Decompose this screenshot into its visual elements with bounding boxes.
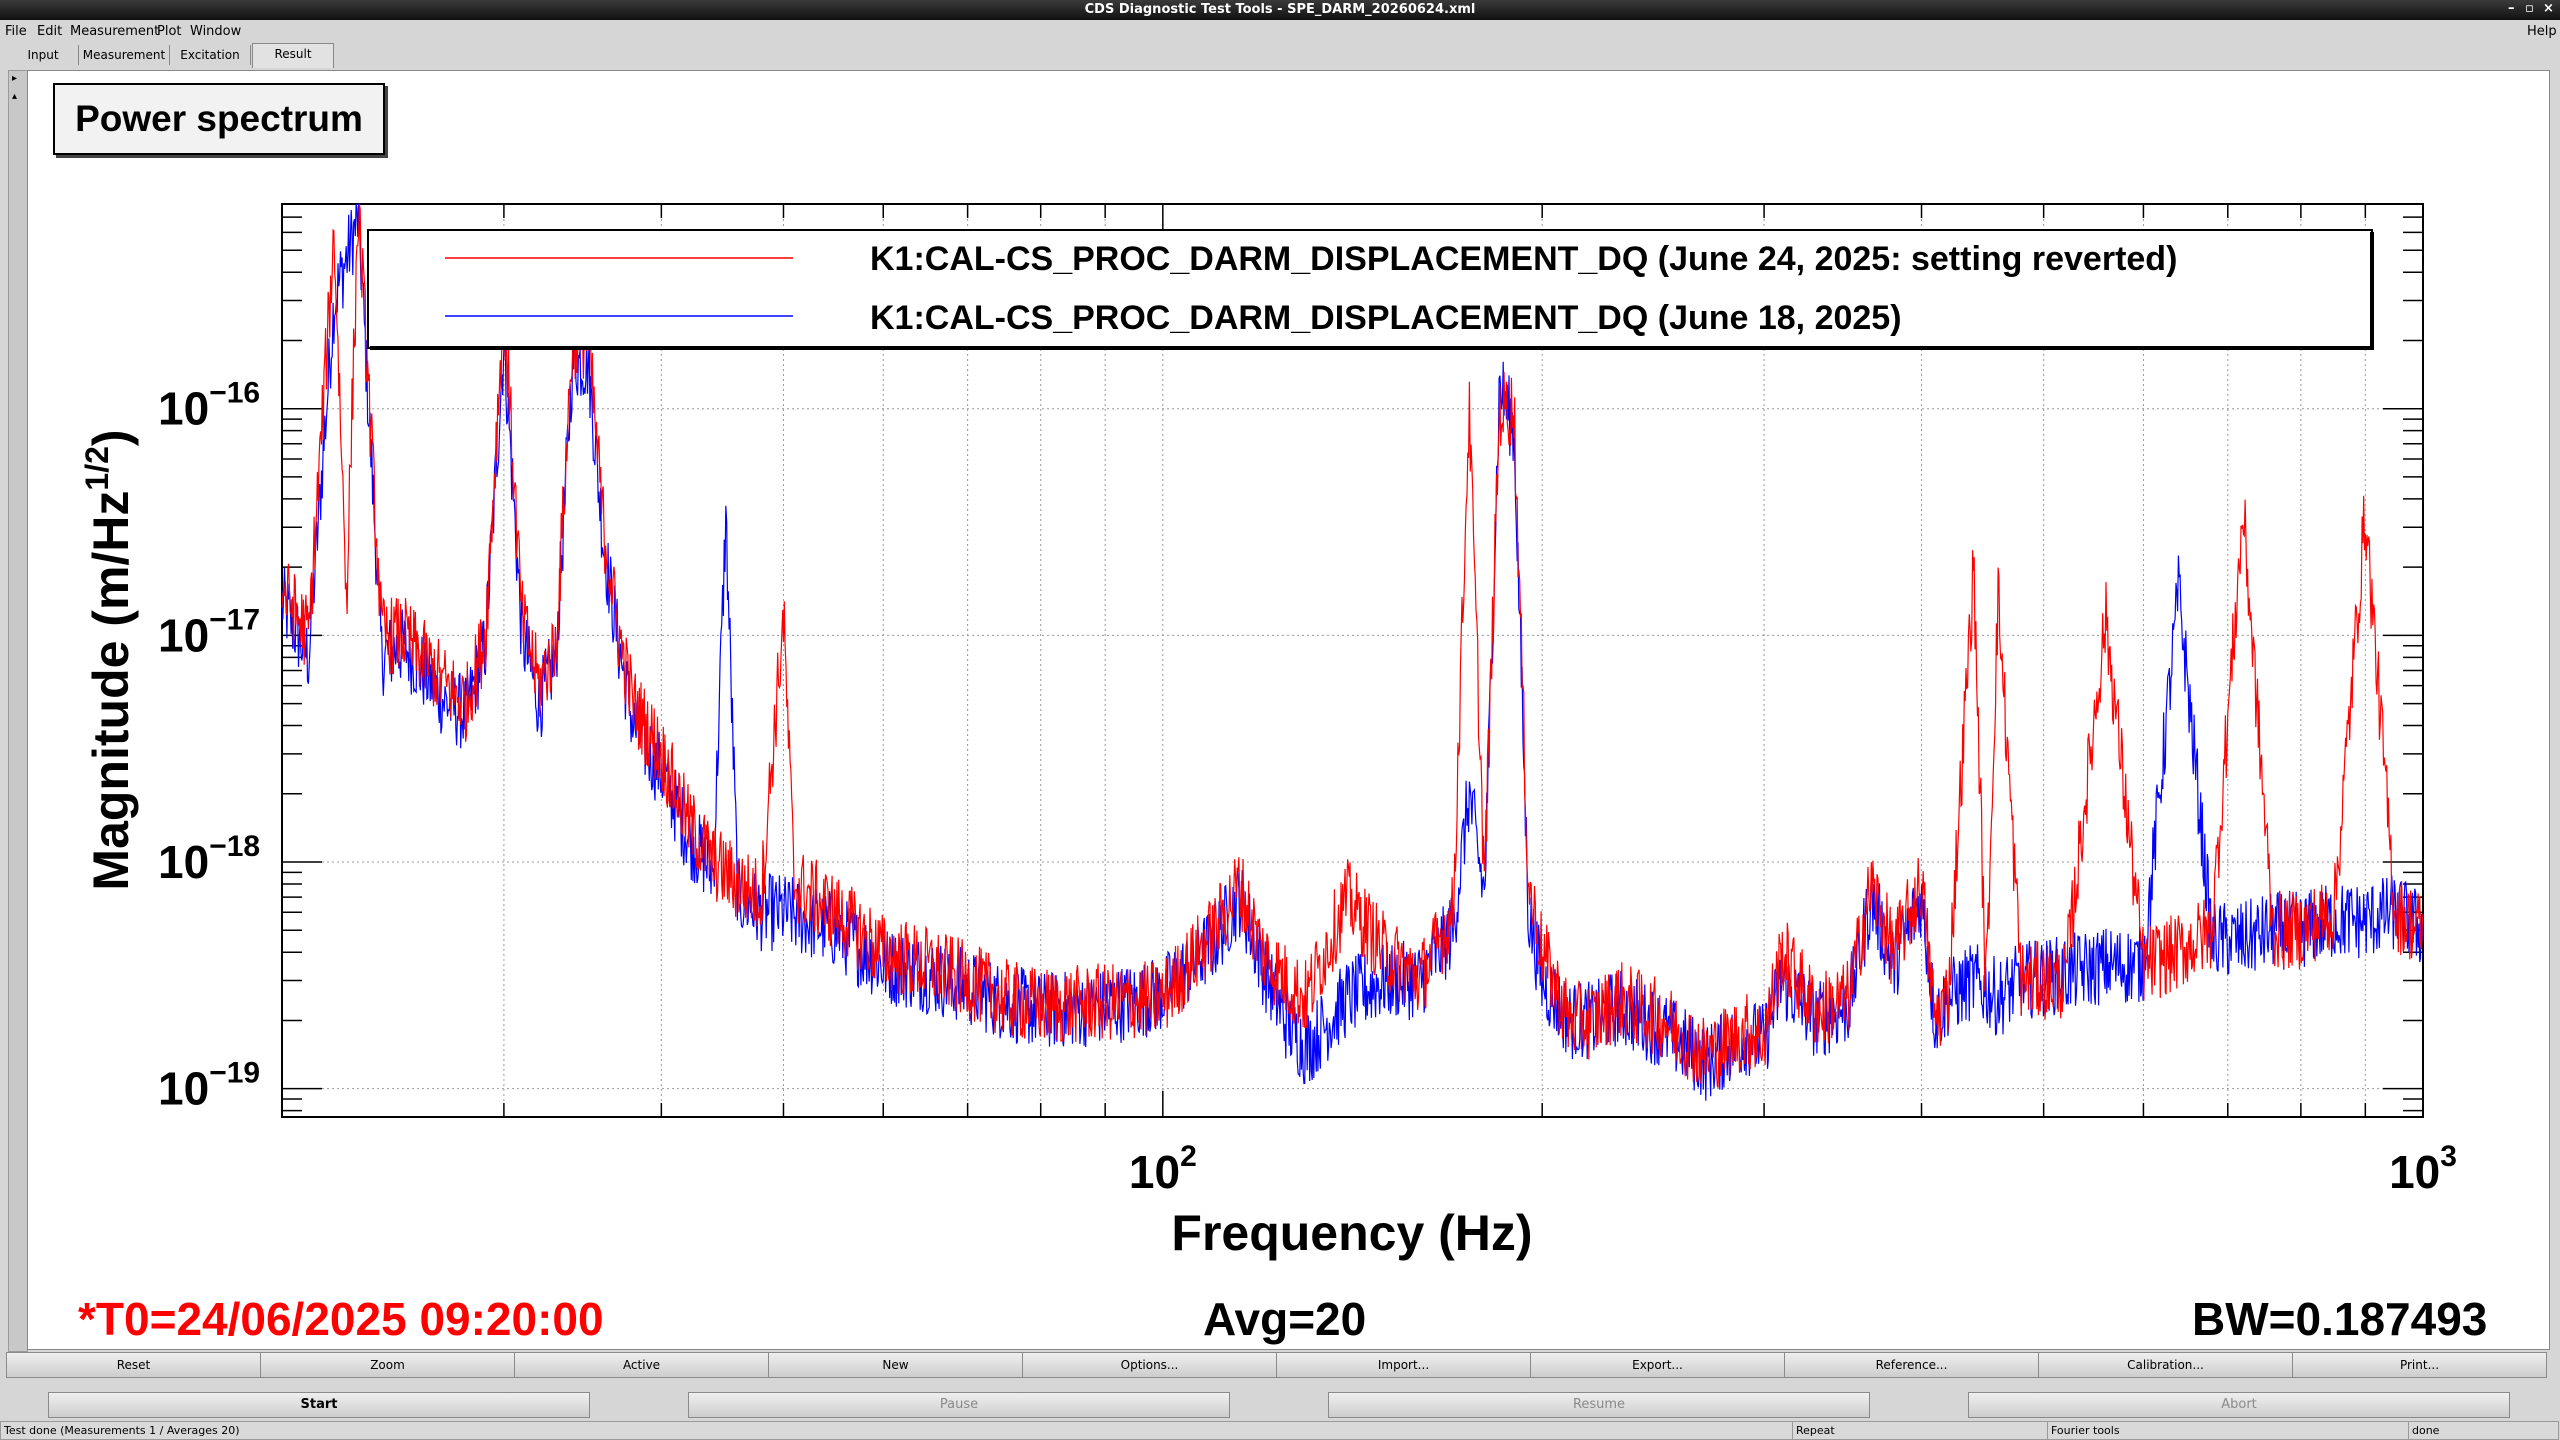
status-message: Test done (Measurements 1 / Averages 20) xyxy=(0,1421,1793,1440)
bw-label: BW=0.187493 xyxy=(2192,1293,2488,1345)
t0-label: *T0=24/06/2025 09:20:00 xyxy=(78,1293,604,1345)
y-axis-label: Magnitude (m/Hz1/2) xyxy=(79,429,139,890)
options-button[interactable]: Options... xyxy=(1022,1352,1277,1378)
pause-button[interactable]: Pause xyxy=(688,1392,1230,1418)
abort-button[interactable]: Abort xyxy=(1968,1392,2510,1418)
new-button[interactable]: New xyxy=(768,1352,1023,1378)
y-tick-label: 10−16 xyxy=(158,377,260,435)
resume-button[interactable]: Resume xyxy=(1328,1392,1870,1418)
reset-button[interactable]: Reset xyxy=(6,1352,261,1378)
svg-text:Magnitude (m/Hz1/2): Magnitude (m/Hz1/2) xyxy=(79,429,139,890)
start-button[interactable]: Start xyxy=(48,1392,590,1418)
legend: K1:CAL-CS_PROC_DARM_DISPLACEMENT_DQ (Jun… xyxy=(367,229,2374,350)
reference-button[interactable]: Reference... xyxy=(1784,1352,2039,1378)
y-tick-label: 10−18 xyxy=(158,830,260,888)
status-bar: Test done (Measurements 1 / Averages 20)… xyxy=(0,1420,2560,1440)
x-tick-label: 102 xyxy=(1129,1140,1197,1198)
avg-label: Avg=20 xyxy=(1203,1293,1367,1345)
export-button[interactable]: Export... xyxy=(1530,1352,1785,1378)
y-tick-label: 10−17 xyxy=(158,603,260,661)
x-axis-label: Frequency (Hz) xyxy=(1171,1205,1532,1261)
legend-label-red: K1:CAL-CS_PROC_DARM_DISPLACEMENT_DQ (Jun… xyxy=(870,240,2177,278)
x-tick-label: 103 xyxy=(2389,1140,2457,1198)
status-state: done xyxy=(2408,1421,2559,1440)
active-button[interactable]: Active xyxy=(514,1352,769,1378)
calibration-button[interactable]: Calibration... xyxy=(2038,1352,2293,1378)
y-tick-label: 10−19 xyxy=(158,1057,260,1115)
legend-label-blue: K1:CAL-CS_PROC_DARM_DISPLACEMENT_DQ (Jun… xyxy=(870,299,1902,337)
status-repeat: Repeat xyxy=(1792,1421,2048,1440)
import-button[interactable]: Import... xyxy=(1276,1352,1531,1378)
spectrum-chart[interactable]: 102 103 10−16 10−17 10−18 10−19 Frequency (Hz… xyxy=(0,0,2560,1440)
plot-button-row: Reset Zoom Active New Options... Import.… xyxy=(6,1352,2547,1378)
print-button[interactable]: Print... xyxy=(2292,1352,2547,1378)
zoom-button[interactable]: Zoom xyxy=(260,1352,515,1378)
status-fourier: Fourier tools xyxy=(2047,1421,2409,1440)
run-button-row: Start Pause Resume Abort xyxy=(0,1390,2560,1418)
